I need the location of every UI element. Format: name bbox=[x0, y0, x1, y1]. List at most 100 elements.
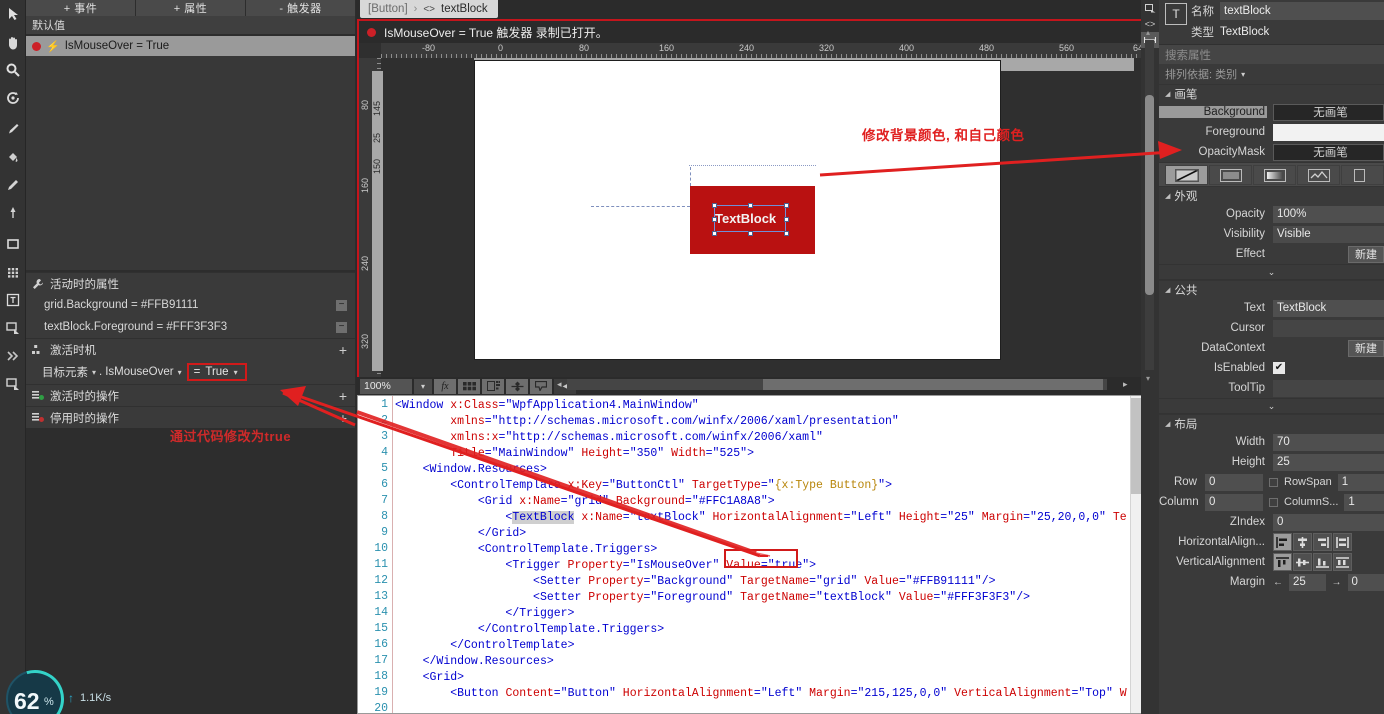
resize-handle[interactable] bbox=[712, 203, 717, 208]
scroll-down-arrow-icon[interactable]: ▾ bbox=[1146, 374, 1150, 383]
scroll-right-arrow-icon[interactable]: ▸ bbox=[1123, 379, 1128, 390]
remove-property-icon[interactable]: − bbox=[336, 299, 347, 311]
system-monitor-widget[interactable]: 62 % ↑ 1.1K/s bbox=[0, 659, 180, 714]
active-property-row[interactable]: textBlock.Foreground = #FFF3F3F3 − bbox=[26, 316, 355, 338]
width-input[interactable]: 70 bbox=[1273, 433, 1384, 451]
visibility-select[interactable]: Visible bbox=[1273, 225, 1384, 243]
code-line[interactable]: <Button Content="Button" HorizontalAlign… bbox=[395, 686, 1126, 702]
tab-remove-trigger[interactable]: - 触发器 bbox=[246, 0, 355, 16]
column-input[interactable]: 0 bbox=[1205, 493, 1263, 511]
effects-button[interactable]: fx bbox=[434, 378, 456, 394]
add-activate-action-icon[interactable]: + bbox=[339, 389, 347, 403]
code-line[interactable]: </Grid> bbox=[395, 526, 526, 542]
breadcrumb-current[interactable]: textBlock bbox=[441, 3, 488, 15]
remove-property-icon[interactable]: − bbox=[336, 321, 347, 333]
vertical-span[interactable]: 145 25 150 bbox=[372, 71, 383, 371]
xaml-code-editor[interactable]: 1 2 3 4 5 6 7 8 9 10 11 12 13 14 15 16 17 18 19 20 <Window … bbox=[357, 395, 1143, 714]
code-line[interactable]: xmlns:x="http://schemas.microsoft.com/wi… bbox=[395, 430, 823, 446]
opacity-input[interactable]: 100% bbox=[1273, 205, 1384, 223]
text-input[interactable]: TextBlock bbox=[1273, 299, 1384, 317]
resize-handle[interactable] bbox=[784, 231, 789, 236]
scroll-left-arrow-icon[interactable]: ◂ bbox=[557, 379, 562, 390]
code-line[interactable]: <TextBlock x:Name="textBlock" Horizontal… bbox=[395, 510, 1127, 526]
cursor-select[interactable] bbox=[1273, 319, 1384, 337]
pen-tool-icon[interactable] bbox=[0, 199, 26, 227]
element-name-input[interactable]: textBlock bbox=[1220, 1, 1384, 20]
zindex-input[interactable]: 0 bbox=[1273, 513, 1384, 531]
effect-new-button[interactable]: 新建 bbox=[1348, 245, 1384, 263]
active-property-row[interactable]: grid.Background = #FFB91111 − bbox=[26, 294, 355, 316]
brush-tool-icon[interactable] bbox=[0, 171, 26, 199]
code-line[interactable]: </ControlTemplate.Triggers> bbox=[395, 622, 664, 638]
design-vscrollbar-thumb[interactable] bbox=[1145, 95, 1154, 295]
tab-add-event[interactable]: + 事件 bbox=[26, 0, 136, 16]
row-span-toggle[interactable] bbox=[1269, 477, 1278, 487]
code-line[interactable]: xmlns="http://schemas.microsoft.com/winf… bbox=[395, 414, 899, 430]
halign-stretch-button[interactable] bbox=[1333, 533, 1352, 551]
eyedropper-tool-icon[interactable] bbox=[0, 115, 26, 143]
code-line[interactable]: </ControlTemplate> bbox=[395, 638, 574, 654]
code-line[interactable]: </Trigger> bbox=[395, 606, 574, 622]
code-line[interactable]: <Setter Property="Foreground" TargetName… bbox=[395, 590, 1030, 606]
row-input[interactable]: 0 bbox=[1205, 473, 1263, 491]
zoom-tool-icon[interactable] bbox=[0, 56, 26, 84]
brush-resource-tab[interactable] bbox=[1341, 165, 1384, 185]
sort-by-selector[interactable]: 排列依据: 类别 ▾ bbox=[1159, 64, 1384, 84]
scroll-up-arrow-icon[interactable]: ▴ bbox=[1146, 28, 1150, 37]
resize-handle[interactable] bbox=[712, 231, 717, 236]
background-brush-value[interactable]: 无画笔 bbox=[1273, 103, 1384, 121]
code-line[interactable]: <Grid> bbox=[395, 670, 464, 686]
pan-tool-icon[interactable] bbox=[0, 28, 26, 56]
snap-grid-button[interactable] bbox=[458, 378, 480, 394]
more-tools-icon[interactable] bbox=[0, 342, 26, 370]
halign-center-button[interactable] bbox=[1293, 533, 1312, 551]
wpf-button-preview[interactable]: TextBlock bbox=[690, 186, 815, 254]
code-line[interactable]: <ControlTemplate x:Key="ButtonCtl" Targe… bbox=[395, 478, 892, 494]
brush-section-header[interactable]: ◢ 画笔 bbox=[1159, 84, 1384, 102]
zoom-level-value[interactable]: 100% bbox=[360, 378, 412, 394]
resize-handle[interactable] bbox=[712, 217, 717, 222]
code-line[interactable]: <Grid x:Name="grid" Background="#FFC1A8A… bbox=[395, 494, 775, 510]
control-tool-icon[interactable] bbox=[0, 314, 26, 342]
common-section-header[interactable]: ◢ 公共 bbox=[1159, 280, 1384, 298]
layout-icon[interactable] bbox=[1141, 0, 1159, 16]
resize-handle[interactable] bbox=[784, 217, 789, 222]
target-element-select[interactable]: 目标元素 ▾ bbox=[42, 364, 96, 380]
breadcrumb-parent[interactable]: [Button] bbox=[368, 3, 408, 15]
search-properties-input[interactable]: 搜索属性 bbox=[1159, 44, 1384, 64]
code-vscrollbar-thumb[interactable] bbox=[1131, 398, 1141, 494]
add-timing-icon[interactable]: + bbox=[339, 343, 347, 357]
columnspan-input[interactable]: 1 bbox=[1344, 493, 1384, 511]
show-artboard-button[interactable] bbox=[482, 378, 504, 394]
annotations-button[interactable] bbox=[530, 378, 552, 394]
valign-center-button[interactable] bbox=[1293, 553, 1312, 571]
height-input[interactable]: 25 bbox=[1273, 453, 1384, 471]
code-line[interactable]: <ControlTemplate.Triggers> bbox=[395, 542, 657, 558]
tab-add-property[interactable]: + 属性 bbox=[136, 0, 246, 16]
code-line[interactable]: <Window x:Class="WpfApplication4.MainWin… bbox=[395, 398, 699, 414]
grid-tool-icon[interactable] bbox=[0, 258, 26, 286]
resize-handle[interactable] bbox=[748, 231, 753, 236]
appearance-expand-toggle[interactable]: ⌄ bbox=[1159, 264, 1384, 280]
property-select[interactable]: IsMouseOver ▾ bbox=[105, 366, 181, 378]
opacitymask-brush-value[interactable]: 无画笔 bbox=[1273, 143, 1384, 161]
no-brush-tab[interactable] bbox=[1165, 165, 1208, 185]
isenabled-checkbox[interactable]: ✔ bbox=[1273, 362, 1285, 374]
valign-stretch-button[interactable] bbox=[1333, 553, 1352, 571]
margin-right-input[interactable]: 0 bbox=[1347, 573, 1384, 591]
tooltip-input[interactable] bbox=[1273, 379, 1384, 397]
halign-right-button[interactable] bbox=[1313, 533, 1332, 551]
selection-tool-icon[interactable] bbox=[0, 0, 26, 28]
resize-handle[interactable] bbox=[784, 203, 789, 208]
add-deactivate-action-icon[interactable]: + bbox=[339, 411, 347, 425]
resize-handle[interactable] bbox=[748, 203, 753, 208]
foreground-brush-value[interactable] bbox=[1273, 123, 1384, 141]
snap-to-objects-button[interactable] bbox=[506, 378, 528, 394]
code-line[interactable]: Title="MainWindow" Height="350" Width="5… bbox=[395, 446, 754, 462]
datacontext-new-button[interactable]: 新建 bbox=[1348, 339, 1384, 357]
design-hscrollbar-thumb[interactable] bbox=[763, 379, 1103, 390]
code-line[interactable]: <Setter Property="Background" TargetName… bbox=[395, 574, 996, 590]
valign-top-button[interactable] bbox=[1273, 553, 1292, 571]
solid-color-tab[interactable] bbox=[1209, 165, 1252, 185]
appearance-section-header[interactable]: ◢ 外观 bbox=[1159, 186, 1384, 204]
